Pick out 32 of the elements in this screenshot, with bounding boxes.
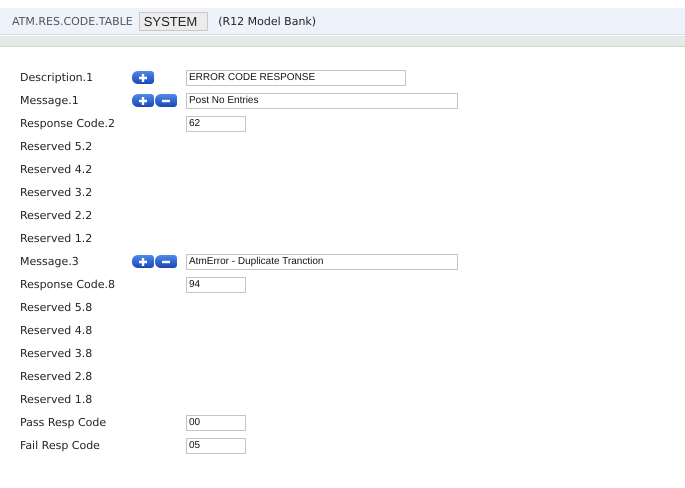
add-icon[interactable]: [132, 71, 154, 84]
field-label: Reserved 2.8: [20, 370, 94, 383]
field-label: Response Code.8: [20, 278, 116, 291]
input-field[interactable]: 05: [186, 438, 246, 454]
input-field[interactable]: 94: [186, 276, 246, 292]
field-label: Description.1: [20, 71, 94, 84]
field-label: Reserved 1.8: [20, 393, 94, 406]
remove-icon[interactable]: [155, 94, 177, 107]
field-label: Fail Resp Code: [20, 439, 101, 452]
input-field[interactable]: 62: [186, 116, 246, 132]
field-label: Reserved 3.8: [20, 347, 94, 360]
field-label: Pass Resp Code: [20, 416, 108, 429]
input-field[interactable]: ERROR CODE RESPONSE: [186, 70, 406, 86]
field-label: Message.3: [20, 255, 80, 268]
field-label: Reserved 4.2: [20, 163, 94, 176]
input-field[interactable]: Post No Entries: [186, 92, 458, 108]
add-icon[interactable]: [132, 94, 154, 107]
add-icon[interactable]: [132, 255, 154, 268]
field-label: Reserved 2.2: [20, 209, 94, 222]
input-field[interactable]: 00: [186, 414, 246, 430]
input-field[interactable]: AtmError - Duplicate Tranction: [186, 254, 458, 270]
field-label: Message.1: [20, 94, 80, 107]
field-label: Reserved 5.8: [20, 301, 94, 314]
field-label: Reserved 3.2: [20, 186, 94, 199]
field-label: Reserved 4.8: [20, 324, 94, 337]
application-name: ATM.RES.CODE.TABLE: [12, 14, 133, 28]
field-label: Response Code.2: [20, 117, 116, 130]
company-name: (R12 Model Bank): [218, 14, 316, 28]
field-label: Reserved 5.2: [20, 140, 94, 153]
field-label: Reserved 1.2: [20, 232, 94, 245]
record-id: SYSTEM: [138, 12, 208, 30]
remove-icon[interactable]: [155, 255, 177, 268]
